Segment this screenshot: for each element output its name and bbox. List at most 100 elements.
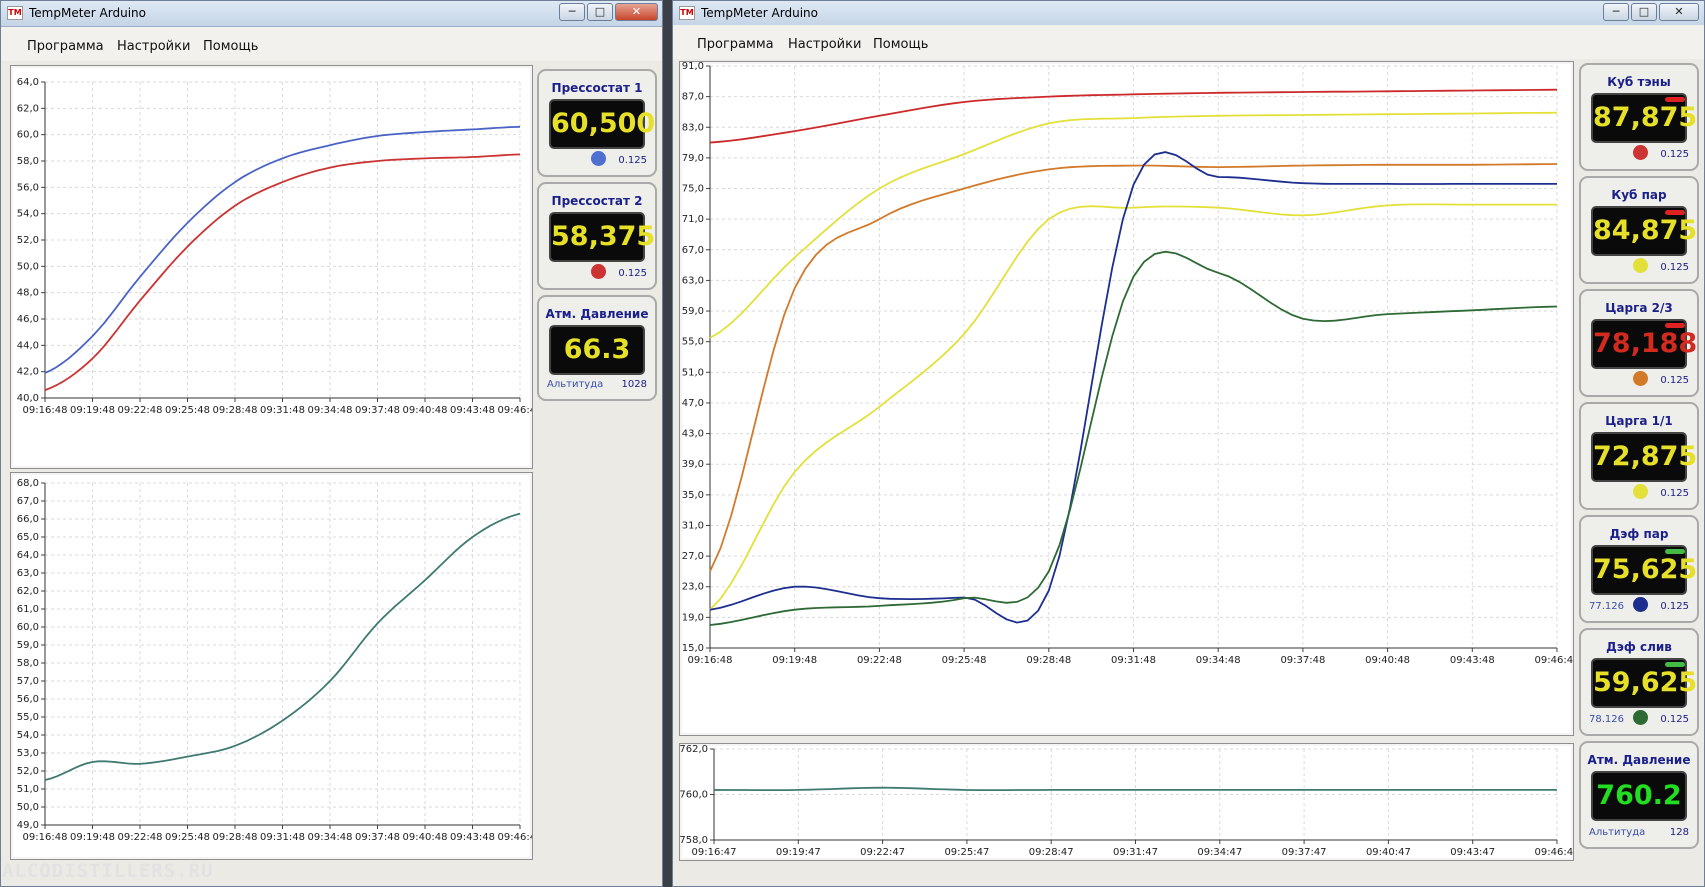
- x-tick-label: 09:34:48: [1196, 655, 1241, 666]
- x-tick-label: 09:46:47: [1535, 847, 1573, 858]
- right-window: TM TempMeter Arduino ─ □ ✕ Программа Нас…: [672, 0, 1705, 887]
- y-tick-label: 62,0: [17, 586, 39, 597]
- minimize-button[interactable]: ─: [1603, 3, 1629, 21]
- minimize-button[interactable]: ─: [559, 3, 585, 21]
- alarm-bar: [1665, 662, 1685, 667]
- altitude-value: 1028: [621, 379, 647, 390]
- menu-program[interactable]: Программа: [697, 37, 774, 52]
- y-tick-label: 75,0: [682, 184, 704, 195]
- y-tick-label: 58,0: [17, 156, 39, 167]
- right-main-chart-panel: 15,0 19,0 23,0 27,0 31,0 35,0 39,0 43,0 47,0 51,0…: [679, 61, 1579, 736]
- y-tick-label: 63,0: [17, 568, 39, 579]
- x-tick-label: 09:40:48: [403, 832, 448, 843]
- indicator-0[interactable]: Прессостат 1 60,500 0.125: [537, 69, 657, 177]
- resolution-value: 0.125: [618, 155, 647, 166]
- x-tick-label: 09:22:48: [857, 655, 902, 666]
- y-tick-label: 83,0: [682, 122, 704, 133]
- alarm-bar: [1665, 549, 1685, 554]
- indicator-value: 760.2: [1591, 771, 1687, 821]
- series-color-dot[interactable]: [1633, 371, 1648, 386]
- right-menubar: Программа Настройки Помощь: [673, 25, 1704, 59]
- x-tick-label: 09:46:48: [498, 405, 532, 416]
- x-tick-label: 09:40:47: [1366, 847, 1411, 858]
- indicator-value: 60,500: [549, 99, 655, 149]
- resolution-value: 0.125: [1660, 262, 1689, 273]
- indicator-6[interactable]: Атм. Давление 760.2 Альтитуда 128: [1579, 741, 1699, 849]
- resolution-value: 0.125: [1660, 488, 1689, 499]
- y-tick-label: 63,0: [682, 275, 704, 286]
- y-tick-label: 55,0: [17, 712, 39, 723]
- x-tick-label: 09:19:47: [776, 847, 821, 858]
- series-color-dot[interactable]: [1633, 597, 1648, 612]
- y-tick-label: 758,0: [680, 835, 708, 846]
- y-tick-label: 52,0: [17, 766, 39, 777]
- indicator-5[interactable]: Дэф слив 59,625 0.125 78.126: [1579, 628, 1699, 736]
- series-color-dot[interactable]: [1633, 145, 1648, 160]
- y-tick-label: 42,0: [17, 367, 39, 378]
- x-tick-label: 09:16:48: [688, 655, 733, 666]
- y-tick-label: 71,0: [682, 214, 704, 225]
- indicator-3[interactable]: Царга 1/1 72,875 0.125: [1579, 402, 1699, 510]
- y-tick-label: 51,0: [682, 367, 704, 378]
- y-tick-label: 59,0: [682, 306, 704, 317]
- y-tick-label: 79,0: [682, 153, 704, 164]
- indicator-1[interactable]: Куб пар 84,875 0.125: [1579, 176, 1699, 284]
- x-tick-label: 09:16:47: [692, 847, 737, 858]
- indicator-label: Царга 2/3: [1605, 301, 1673, 315]
- x-tick-label: 09:25:48: [942, 655, 987, 666]
- menu-settings[interactable]: Настройки: [117, 39, 190, 54]
- watermark: ALCODISTILLERS.RU: [2, 860, 214, 882]
- y-tick-label: 64,0: [17, 550, 39, 561]
- y-tick-label: 760,0: [680, 790, 708, 801]
- x-tick-label: 09:34:48: [308, 832, 353, 843]
- y-tick-label: 27,0: [682, 551, 704, 562]
- menu-help[interactable]: Помощь: [203, 39, 258, 54]
- series-color-dot[interactable]: [591, 151, 606, 166]
- y-tick-label: 59,0: [17, 640, 39, 651]
- x-tick-label: 09:31:48: [260, 832, 305, 843]
- y-tick-label: 60,0: [17, 130, 39, 141]
- menu-program[interactable]: Программа: [27, 39, 104, 54]
- indicator-2[interactable]: Атм. Давление 66.3 Альтитуда 1028: [537, 295, 657, 401]
- indicator-label: Прессостат 1: [551, 81, 643, 95]
- x-tick-label: 09:31:48: [1111, 655, 1156, 666]
- x-tick-label: 09:43:48: [1450, 655, 1495, 666]
- menu-help[interactable]: Помощь: [873, 37, 928, 52]
- altitude-label: Альтитуда: [1589, 827, 1646, 838]
- resolution-value: 0.125: [1660, 714, 1689, 725]
- y-tick-label: 35,0: [682, 490, 704, 501]
- x-tick-label: 09:28:48: [213, 405, 258, 416]
- x-tick-label: 09:22:48: [118, 832, 163, 843]
- series-color-dot[interactable]: [1633, 710, 1648, 725]
- y-tick-label: 91,0: [682, 62, 704, 72]
- right-titlebar: TM TempMeter Arduino ─ □ ✕: [673, 1, 1704, 27]
- maximize-button[interactable]: □: [587, 3, 613, 21]
- x-tick-label: 09:28:48: [1026, 655, 1071, 666]
- indicator-4[interactable]: Дэф пар 75,625 0.125 77.126: [1579, 515, 1699, 623]
- y-tick-label: 31,0: [682, 520, 704, 531]
- series-color-dot[interactable]: [1633, 484, 1648, 499]
- indicator-label: Куб пар: [1611, 188, 1667, 202]
- window-title: TempMeter Arduino: [701, 6, 818, 20]
- close-button[interactable]: ✕: [615, 3, 658, 21]
- series-color-dot[interactable]: [1633, 258, 1648, 273]
- maximize-button[interactable]: □: [1631, 3, 1657, 21]
- y-tick-label: 68,0: [17, 478, 39, 489]
- y-tick-label: 57,0: [17, 676, 39, 687]
- y-tick-label: 50,0: [17, 802, 39, 813]
- resolution-value: 0.125: [1660, 149, 1689, 160]
- series-color-dot[interactable]: [591, 264, 606, 279]
- x-tick-label: 09:37:47: [1282, 847, 1327, 858]
- indicator-0[interactable]: Куб тэны 87,875 0.125: [1579, 63, 1699, 171]
- alarm-bar: [1665, 323, 1685, 328]
- close-button[interactable]: ✕: [1659, 3, 1699, 21]
- x-tick-label: 09:19:48: [70, 832, 115, 843]
- indicator-1[interactable]: Прессостат 2 58,375 0.125: [537, 182, 657, 290]
- alarm-bar: [1665, 210, 1685, 215]
- indicator-2[interactable]: Царга 2/3 78,188 0.125: [1579, 289, 1699, 397]
- y-tick-label: 43,0: [682, 429, 704, 440]
- y-tick-label: 15,0: [682, 643, 704, 654]
- x-tick-label: 09:25:48: [165, 405, 210, 416]
- menu-settings[interactable]: Настройки: [788, 37, 861, 52]
- x-tick-label: 09:25:48: [165, 832, 210, 843]
